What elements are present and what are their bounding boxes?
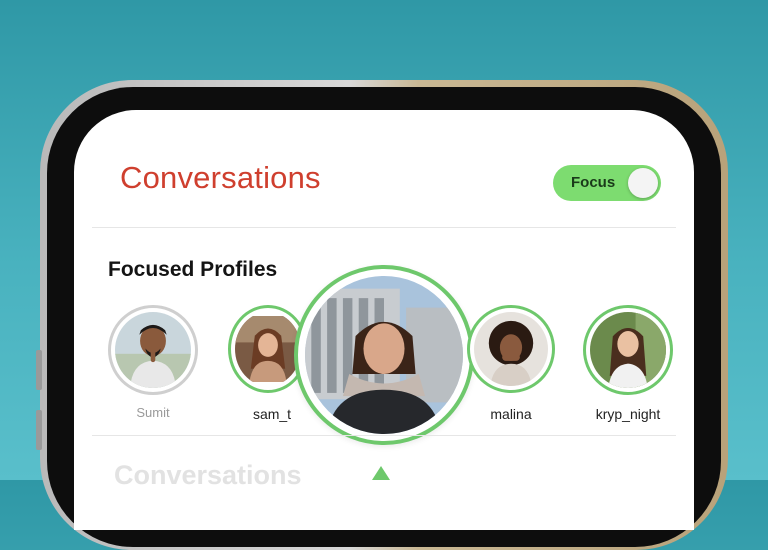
side-button-top: [36, 350, 42, 390]
profile-name: malina: [490, 406, 532, 422]
focus-toggle-label: Focus: [571, 174, 616, 191]
profile-avatar-kryp-night[interactable]: [583, 305, 673, 395]
focus-toggle[interactable]: Focus: [553, 165, 661, 201]
profile-avatar-selected[interactable]: [294, 265, 474, 445]
side-button-bottom: [36, 410, 42, 450]
app-screen: Conversations Focus Focused Profiles Sum…: [74, 110, 694, 530]
avatar-photo: [474, 312, 548, 386]
profile-name: Sumit: [136, 405, 170, 420]
section-title-focused-profiles: Focused Profiles: [108, 258, 278, 281]
avatar-photo: [235, 316, 301, 382]
avatar-photo: [305, 276, 463, 434]
selection-pointer-icon: [372, 466, 390, 480]
profile-avatar-malina[interactable]: [467, 305, 555, 393]
toggle-knob: [628, 168, 658, 198]
profile-name: sam_t: [252, 406, 292, 422]
profile-name: kryp_night: [595, 406, 661, 422]
avatar-photo: [115, 312, 191, 388]
avatar-photo: [590, 312, 666, 388]
section-title-conversations: Conversations: [114, 460, 302, 490]
profile-avatar-sumit[interactable]: [108, 305, 198, 395]
header-divider: [92, 227, 676, 228]
page-title: Conversations: [120, 160, 321, 195]
profiles-divider: [92, 435, 676, 436]
